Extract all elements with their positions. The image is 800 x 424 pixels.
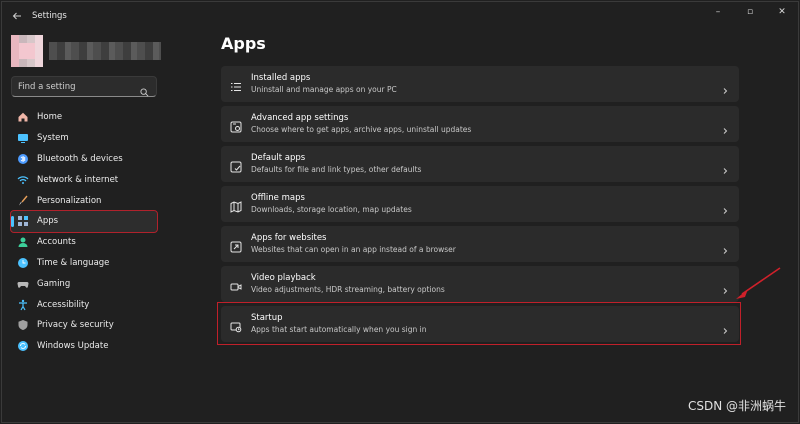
chevron-right-icon: [721, 120, 729, 134]
maximize-button[interactable]: ▫: [734, 2, 766, 22]
sidebar-item-label: Accounts: [37, 237, 76, 248]
card-text: Video playback Video adjustments, HDR st…: [251, 273, 721, 295]
card-title: Apps for websites: [251, 233, 327, 243]
card-text: Default apps Defaults for file and link …: [251, 153, 721, 175]
apps-icon: [17, 215, 29, 227]
title-bar: Settings – ▫ ✕: [2, 2, 798, 30]
back-arrow-icon[interactable]: [10, 9, 24, 23]
settings-card-startup[interactable]: Startup Apps that start automatically wh…: [221, 306, 739, 342]
window-controls: – ▫ ✕: [702, 2, 798, 22]
sidebar-item-label: Windows Update: [37, 341, 109, 352]
home-icon: [17, 111, 29, 123]
card-title: Video playback: [251, 273, 316, 283]
user-profile[interactable]: [11, 35, 161, 67]
profile-name-blurred: [49, 42, 161, 60]
default-apps-icon: [230, 158, 242, 173]
shield-icon: [17, 319, 29, 331]
sidebar-item-home[interactable]: Home: [11, 107, 157, 128]
sidebar-item-system[interactable]: System: [11, 128, 157, 149]
bluetooth-icon: [17, 153, 29, 165]
accessibility-icon: [17, 299, 29, 311]
close-button[interactable]: ✕: [766, 2, 798, 22]
sidebar-item-label: Network & internet: [37, 174, 119, 185]
open-in-app-icon: [230, 238, 242, 253]
sidebar-item-accessibility[interactable]: Accessibility: [11, 294, 157, 315]
sidebar-item-label: Home: [37, 112, 63, 123]
sidebar-item-label: Bluetooth & devices: [37, 153, 123, 164]
card-text: Offline maps Downloads, storage location…: [251, 193, 721, 215]
sidebar-item-label: Privacy & security: [37, 320, 114, 331]
sidebar-item-network-internet[interactable]: Network & internet: [11, 169, 157, 190]
card-title: Offline maps: [251, 193, 305, 203]
card-title: Installed apps: [251, 73, 311, 83]
card-title: Startup: [251, 313, 283, 323]
sidebar-item-personalization[interactable]: Personalization: [11, 190, 157, 211]
avatar: [11, 35, 43, 67]
settings-card-advanced-app-settings[interactable]: Advanced app settings Choose where to ge…: [221, 106, 739, 142]
sidebar-item-gaming[interactable]: Gaming: [11, 273, 157, 294]
chevron-right-icon: [721, 160, 729, 174]
chevron-right-icon: [721, 240, 729, 254]
sidebar-item-privacy-security[interactable]: Privacy & security: [11, 315, 157, 336]
sidebar-item-time-language[interactable]: Time & language: [11, 253, 157, 274]
card-subtitle: Uninstall and manage apps on your PC: [251, 85, 397, 94]
card-text: Apps for websites Websites that can open…: [251, 233, 721, 255]
map-icon: [230, 198, 242, 213]
card-subtitle: Defaults for file and link types, other …: [251, 165, 422, 174]
card-title: Default apps: [251, 153, 306, 163]
settings-card-video-playback[interactable]: Video playback Video adjustments, HDR st…: [221, 266, 739, 302]
card-text: Installed apps Uninstall and manage apps…: [251, 73, 721, 95]
list-icon: [230, 78, 242, 91]
card-subtitle: Apps that start automatically when you s…: [251, 325, 427, 334]
page-title: Apps: [221, 34, 266, 53]
video-icon: [230, 278, 242, 291]
chevron-right-icon: [721, 80, 729, 94]
sidebar-item-label: Gaming: [37, 278, 71, 289]
wifi-icon: [17, 174, 29, 186]
card-subtitle: Websites that can open in an app instead…: [251, 245, 456, 254]
sidebar-item-label: Time & language: [37, 257, 110, 268]
app-title: Settings: [32, 11, 67, 21]
chevron-right-icon: [721, 280, 729, 294]
sidebar-item-bluetooth-devices[interactable]: Bluetooth & devices: [11, 149, 157, 170]
annotation-arrow-icon: [736, 267, 781, 299]
card-subtitle: Choose where to get apps, archive apps, …: [251, 125, 472, 134]
settings-card-default-apps[interactable]: Default apps Defaults for file and link …: [221, 146, 739, 182]
card-text: Advanced app settings Choose where to ge…: [251, 113, 721, 135]
sidebar-nav: Home System Bluetooth & devices Network & i…: [10, 107, 158, 357]
card-text: Startup Apps that start automatically wh…: [251, 313, 721, 335]
sidebar-item-label: Accessibility: [37, 299, 90, 310]
update-icon: [17, 340, 29, 352]
search-icon: [140, 82, 150, 96]
card-subtitle: Video adjustments, HDR streaming, batter…: [251, 285, 445, 294]
card-title: Advanced app settings: [251, 113, 349, 123]
startup-icon: [230, 318, 242, 333]
settings-card-list: Installed apps Uninstall and manage apps…: [221, 66, 739, 346]
minimize-button[interactable]: –: [702, 2, 734, 22]
sidebar-item-accounts[interactable]: Accounts: [11, 232, 157, 253]
search-input[interactable]: Find a setting: [11, 76, 157, 97]
watermark: CSDN @非洲蜗牛: [687, 399, 786, 413]
search-placeholder: Find a setting: [18, 81, 76, 92]
globe-clock-icon: [17, 257, 29, 269]
app-settings-icon: [230, 118, 242, 133]
settings-card-apps-for-websites[interactable]: Apps for websites Websites that can open…: [221, 226, 739, 262]
brush-icon: [17, 195, 29, 207]
sidebar-item-label: Personalization: [37, 195, 102, 206]
card-subtitle: Downloads, storage location, map updates: [251, 205, 412, 214]
sidebar-item-label: Apps: [37, 216, 59, 227]
settings-window: Settings – ▫ ✕ Find a setting Home System…: [1, 1, 799, 423]
controller-icon: [17, 278, 29, 290]
chevron-right-icon: [721, 200, 729, 214]
settings-card-offline-maps[interactable]: Offline maps Downloads, storage location…: [221, 186, 739, 222]
sidebar-item-windows-update[interactable]: Windows Update: [11, 336, 157, 357]
settings-card-installed-apps[interactable]: Installed apps Uninstall and manage apps…: [221, 66, 739, 102]
display-icon: [17, 132, 29, 144]
person-icon: [17, 236, 29, 248]
sidebar-item-label: System: [37, 133, 69, 144]
chevron-right-icon: [721, 320, 729, 334]
sidebar-item-apps[interactable]: Apps: [10, 209, 158, 233]
